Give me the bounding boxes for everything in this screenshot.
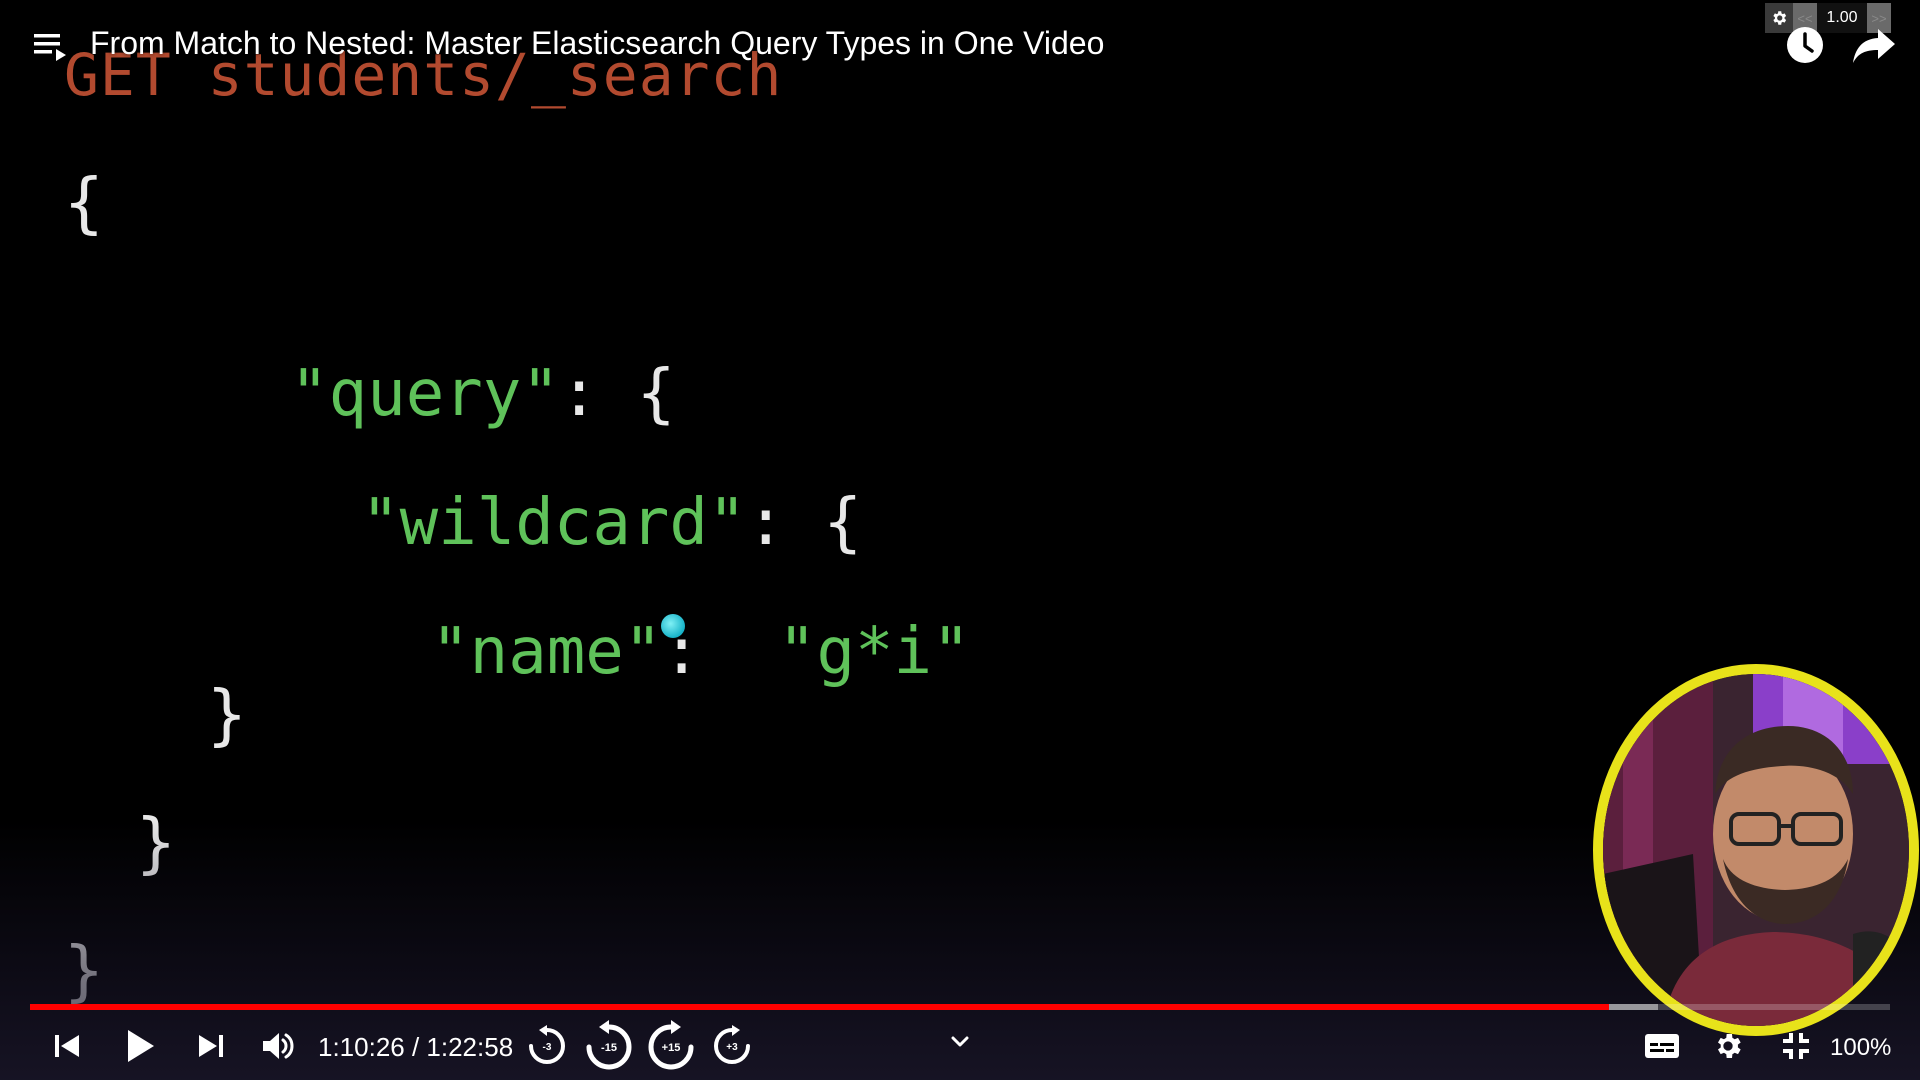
next-icon [199, 1035, 223, 1057]
next-button[interactable] [194, 1028, 228, 1064]
code-query-open: : { [559, 357, 676, 431]
video-title[interactable]: From Match to Nested: Master Elasticsear… [90, 25, 1104, 62]
forward-15-label: +15 [662, 1042, 681, 1054]
code-name-key: "name" [431, 615, 663, 689]
settings-button[interactable] [1708, 1026, 1748, 1066]
subtitles-button[interactable] [1640, 1028, 1684, 1064]
exit-fullscreen-icon [1783, 1033, 1809, 1059]
video-player[interactable]: GET students/_search { "query": { "wildc… [0, 0, 1920, 1080]
forward-icon: +3 [714, 1025, 750, 1064]
previous-icon [55, 1035, 79, 1057]
watch-later-icon[interactable] [1785, 25, 1825, 65]
code-close-brace-query: } [136, 804, 176, 881]
time-display: 1:10:26 / 1:22:58 [318, 1032, 514, 1062]
forward-3-label: +3 [726, 1042, 738, 1053]
forward-3-button[interactable]: +3 [711, 1025, 753, 1072]
progress-bar[interactable] [30, 1004, 1890, 1010]
expand-button[interactable] [948, 1030, 972, 1054]
code-wildcard-key: "wildcard" [361, 486, 747, 560]
share-icon[interactable] [1852, 27, 1896, 65]
webcam-overlay [1593, 664, 1919, 1036]
settings-icon [1718, 1034, 1741, 1058]
rewind-icon: -3 [529, 1025, 565, 1064]
previous-button[interactable] [50, 1028, 84, 1064]
chevron-down-icon [951, 1036, 969, 1047]
code-name-value: "g*i" [777, 615, 971, 689]
rewind-15-button[interactable]: -15 [583, 1020, 635, 1077]
code-name-line: "name": "g*i" [277, 556, 971, 748]
play-button[interactable] [120, 1024, 160, 1068]
mouse-cursor-indicator [661, 614, 685, 638]
subtitles-icon [1645, 1034, 1679, 1058]
progress-played [30, 1004, 1610, 1010]
rewind-3-label: -3 [543, 1042, 552, 1053]
code-query-key: "query" [290, 357, 560, 431]
volume-icon [263, 1033, 294, 1059]
zoom-level[interactable]: 100% [1830, 1034, 1891, 1062]
presenter-image [1603, 674, 1909, 1026]
play-icon [128, 1030, 154, 1062]
rewind-3-button[interactable]: -3 [526, 1025, 568, 1072]
code-open-brace: { [64, 164, 104, 241]
forward-icon: +15 [648, 1020, 694, 1070]
code-close-brace-root: } [64, 932, 104, 1009]
code-close-brace-wildcard: } [207, 676, 247, 753]
exit-fullscreen-button[interactable] [1776, 1028, 1816, 1064]
forward-15-button[interactable]: +15 [645, 1020, 697, 1077]
playlist-icon[interactable] [34, 32, 66, 62]
rewind-icon: -15 [586, 1020, 632, 1070]
volume-button[interactable] [258, 1026, 298, 1066]
rewind-15-label: -15 [601, 1042, 617, 1054]
code-wildcard-open: : { [746, 486, 863, 560]
